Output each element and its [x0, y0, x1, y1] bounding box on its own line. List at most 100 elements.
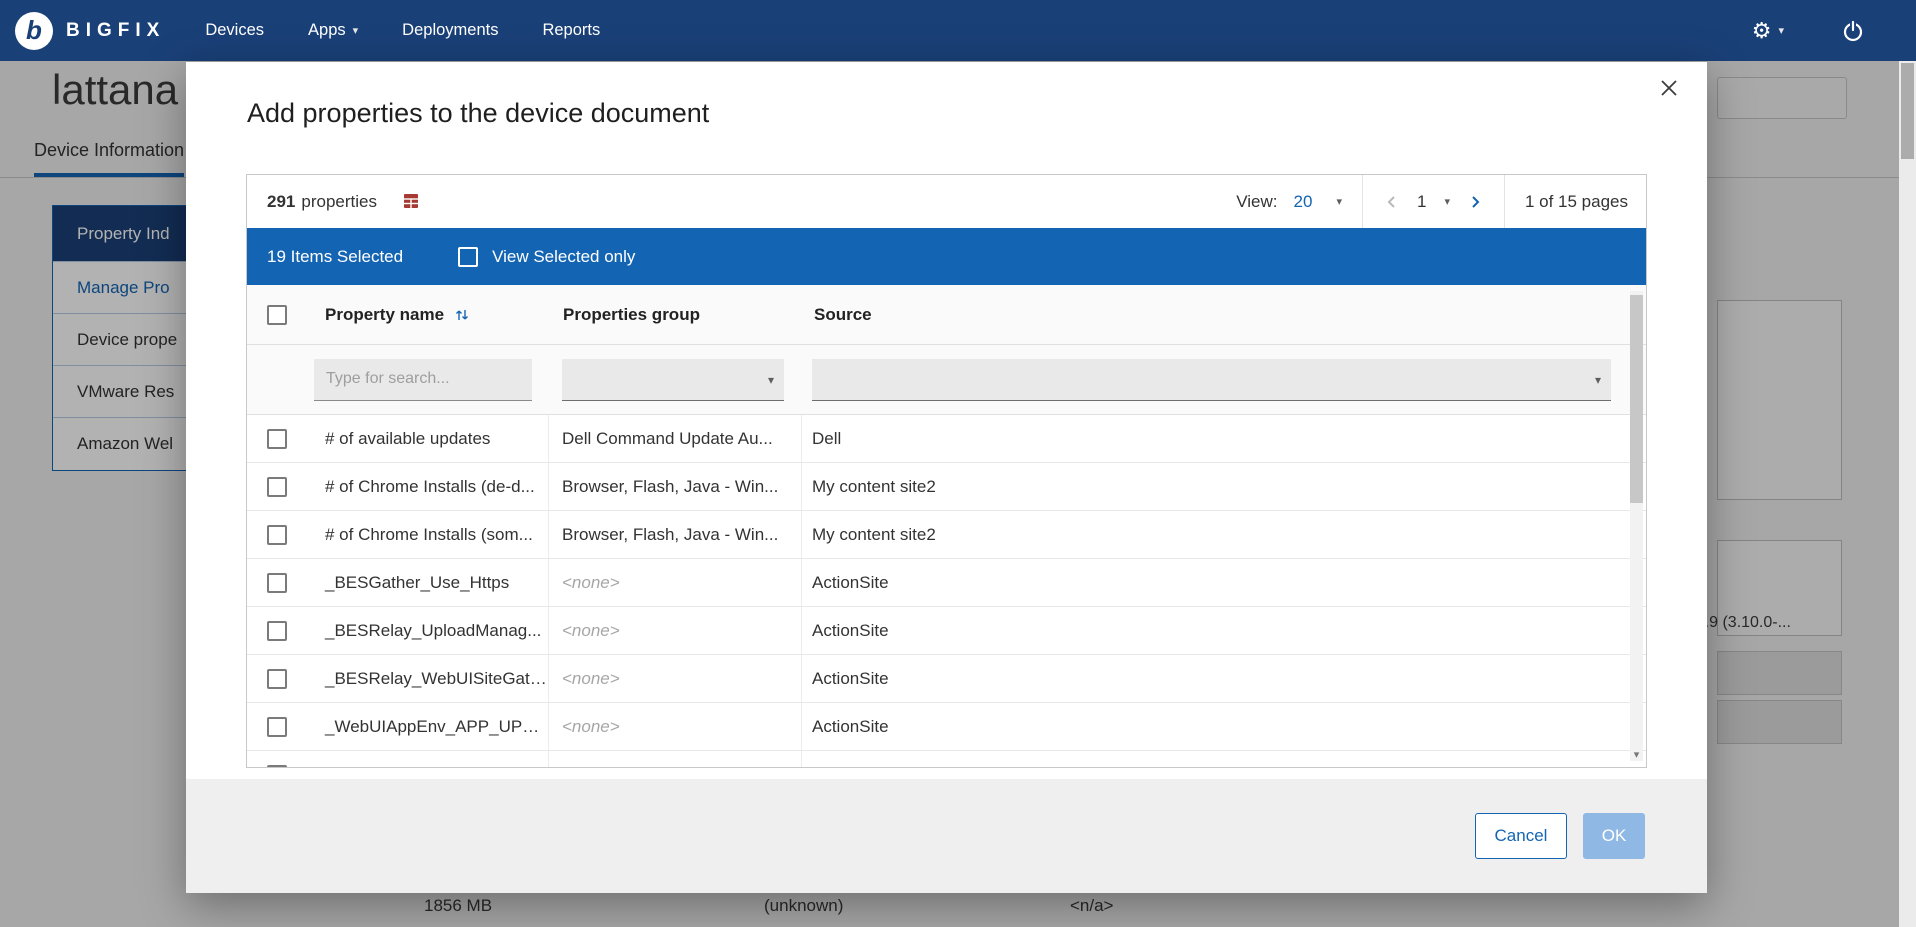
- row-checkbox[interactable]: [267, 429, 287, 449]
- cell-source: ActionSite: [802, 703, 1646, 750]
- selection-bar: 19 Items Selected View Selected only: [247, 228, 1646, 285]
- cell-properties-group: <none>: [549, 703, 802, 750]
- cell-source: Dell: [802, 415, 1646, 462]
- brand-name: BIGFIX: [66, 20, 165, 42]
- chevron-down-icon: ▾: [353, 24, 359, 37]
- bigfix-logo-icon: b: [15, 12, 53, 50]
- cell-source: ActionSite: [802, 607, 1646, 654]
- cell-property-name: _WebUIAppEnv_APP_UPD...: [307, 703, 549, 750]
- dialog-title: Add properties to the device document: [247, 98, 709, 129]
- nav-reports[interactable]: Reports: [542, 21, 600, 40]
- table-row[interactable]: _BESGather_Use_Https <none> ActionSite: [247, 559, 1646, 607]
- row-checkbox[interactable]: [267, 573, 287, 593]
- cancel-button[interactable]: Cancel: [1475, 813, 1567, 859]
- filter-row: ▾ ▾: [247, 345, 1646, 415]
- row-checkbox[interactable]: [267, 477, 287, 497]
- cell-source: ActionSite: [802, 655, 1646, 702]
- pager: 1 ▾: [1362, 175, 1505, 228]
- cell-property-name: _BESRelay_WebUISiteGath...: [307, 655, 549, 702]
- nav-devices[interactable]: Devices: [205, 21, 264, 40]
- nav-apps-label: Apps: [308, 21, 346, 40]
- cell-properties-group: Browser, Flash, Java - Win...: [549, 511, 802, 558]
- power-button[interactable]: [1842, 20, 1864, 42]
- chevron-left-icon: [1385, 195, 1399, 209]
- window-scrollbar-thumb[interactable]: [1901, 63, 1914, 159]
- table-row[interactable]: _WebUIAppEnv_APP_UPD... <none> ActionSit…: [247, 703, 1646, 751]
- page-info: 1 of 15 pages: [1505, 192, 1646, 212]
- chevron-down-icon: ▾: [768, 373, 774, 387]
- close-icon[interactable]: [1659, 78, 1679, 98]
- page-size-value: 20: [1294, 192, 1313, 212]
- table-row[interactable]: # of Chrome Installs (som... Browser, Fl…: [247, 511, 1646, 559]
- page-number-value: 1: [1417, 192, 1426, 212]
- property-count: 291: [267, 192, 295, 212]
- next-page-button[interactable]: [1464, 191, 1486, 213]
- pagination-controls: View: 20 ▾ 1 ▾ 1 of: [1236, 175, 1646, 228]
- gear-icon: ⚙: [1752, 20, 1772, 42]
- table-row[interactable]: _BESRelay_UploadManag... <none> ActionSi…: [247, 607, 1646, 655]
- table-row[interactable]: # of available updates Dell Command Upda…: [247, 415, 1646, 463]
- view-selected-checkbox[interactable]: [458, 247, 478, 267]
- table-row-partial[interactable]: [247, 751, 1646, 767]
- page-size-select[interactable]: 20 ▾: [1294, 192, 1342, 212]
- power-icon: [1842, 20, 1864, 42]
- settings-menu[interactable]: ⚙ ▾: [1752, 20, 1784, 42]
- nav-apps[interactable]: Apps ▾: [308, 21, 358, 40]
- row-checkbox[interactable]: [267, 621, 287, 641]
- cell-properties-group: [549, 751, 802, 767]
- cell-source: ActionSite: [802, 559, 1646, 606]
- chevron-down-icon: ▾: [1595, 373, 1601, 387]
- scroll-down-arrow-icon[interactable]: ▾: [1630, 748, 1643, 761]
- column-property-name: Property name: [325, 305, 444, 325]
- column-properties-group: Properties group: [549, 305, 802, 325]
- table-icon[interactable]: [403, 193, 422, 210]
- row-checkbox[interactable]: [267, 765, 287, 768]
- property-count-label: properties: [301, 192, 377, 212]
- window-scrollbar[interactable]: [1899, 61, 1916, 927]
- cell-properties-group: <none>: [549, 607, 802, 654]
- column-source: Source: [802, 305, 1646, 325]
- grid-toolbar: 291 properties View: 20 ▾: [247, 175, 1646, 228]
- chevron-down-icon: ▾: [1336, 195, 1342, 208]
- nav-menu: Devices Apps ▾ Deployments Reports: [205, 21, 644, 40]
- ok-button[interactable]: OK: [1583, 813, 1645, 859]
- table-scrollbar-thumb[interactable]: [1630, 295, 1643, 503]
- top-navigation: b BIGFIX Devices Apps ▾ Deployments Repo…: [0, 0, 1916, 61]
- table-row[interactable]: _BESRelay_WebUISiteGath... <none> Action…: [247, 655, 1646, 703]
- row-checkbox[interactable]: [267, 717, 287, 737]
- select-all-checkbox[interactable]: [267, 305, 287, 325]
- properties-grid: 291 properties View: 20 ▾: [246, 174, 1647, 768]
- cell-properties-group: Browser, Flash, Java - Win...: [549, 463, 802, 510]
- dialog-footer: Cancel OK: [186, 779, 1707, 893]
- cell-property-name: _BESRelay_UploadManag...: [307, 607, 549, 654]
- bigfix-logo[interactable]: b BIGFIX: [15, 12, 165, 50]
- selected-count: 19 Items Selected: [267, 247, 403, 267]
- nav-right-controls: ⚙ ▾: [1752, 20, 1864, 42]
- cell-source: My content site2: [802, 511, 1646, 558]
- cell-property-name: # of available updates: [307, 415, 549, 462]
- cell-source: [802, 751, 1646, 767]
- table-scrollbar[interactable]: ▾: [1630, 291, 1643, 761]
- cell-property-name: # of Chrome Installs (som...: [307, 511, 549, 558]
- chevron-down-icon: ▾: [1444, 195, 1450, 208]
- table-row[interactable]: # of Chrome Installs (de-d... Browser, F…: [247, 463, 1646, 511]
- nav-deployments[interactable]: Deployments: [402, 21, 498, 40]
- view-label: View:: [1236, 192, 1277, 212]
- previous-page-button[interactable]: [1381, 191, 1403, 213]
- page-number-select[interactable]: 1 ▾: [1417, 192, 1450, 212]
- search-input[interactable]: [314, 359, 532, 401]
- chevron-down-icon: ▾: [1778, 24, 1784, 37]
- cell-properties-group: <none>: [549, 559, 802, 606]
- group-filter-select[interactable]: ▾: [562, 359, 784, 401]
- sort-icon[interactable]: [454, 307, 470, 323]
- add-properties-dialog: Add properties to the device document 29…: [186, 62, 1707, 893]
- cell-properties-group: <none>: [549, 655, 802, 702]
- chevron-right-icon: [1468, 195, 1482, 209]
- row-checkbox[interactable]: [267, 525, 287, 545]
- cell-properties-group: Dell Command Update Au...: [549, 415, 802, 462]
- source-filter-select[interactable]: ▾: [812, 359, 1611, 401]
- row-checkbox[interactable]: [267, 669, 287, 689]
- table-body: # of available updates Dell Command Upda…: [247, 415, 1646, 767]
- cell-source: My content site2: [802, 463, 1646, 510]
- view-selected-label: View Selected only: [492, 247, 635, 267]
